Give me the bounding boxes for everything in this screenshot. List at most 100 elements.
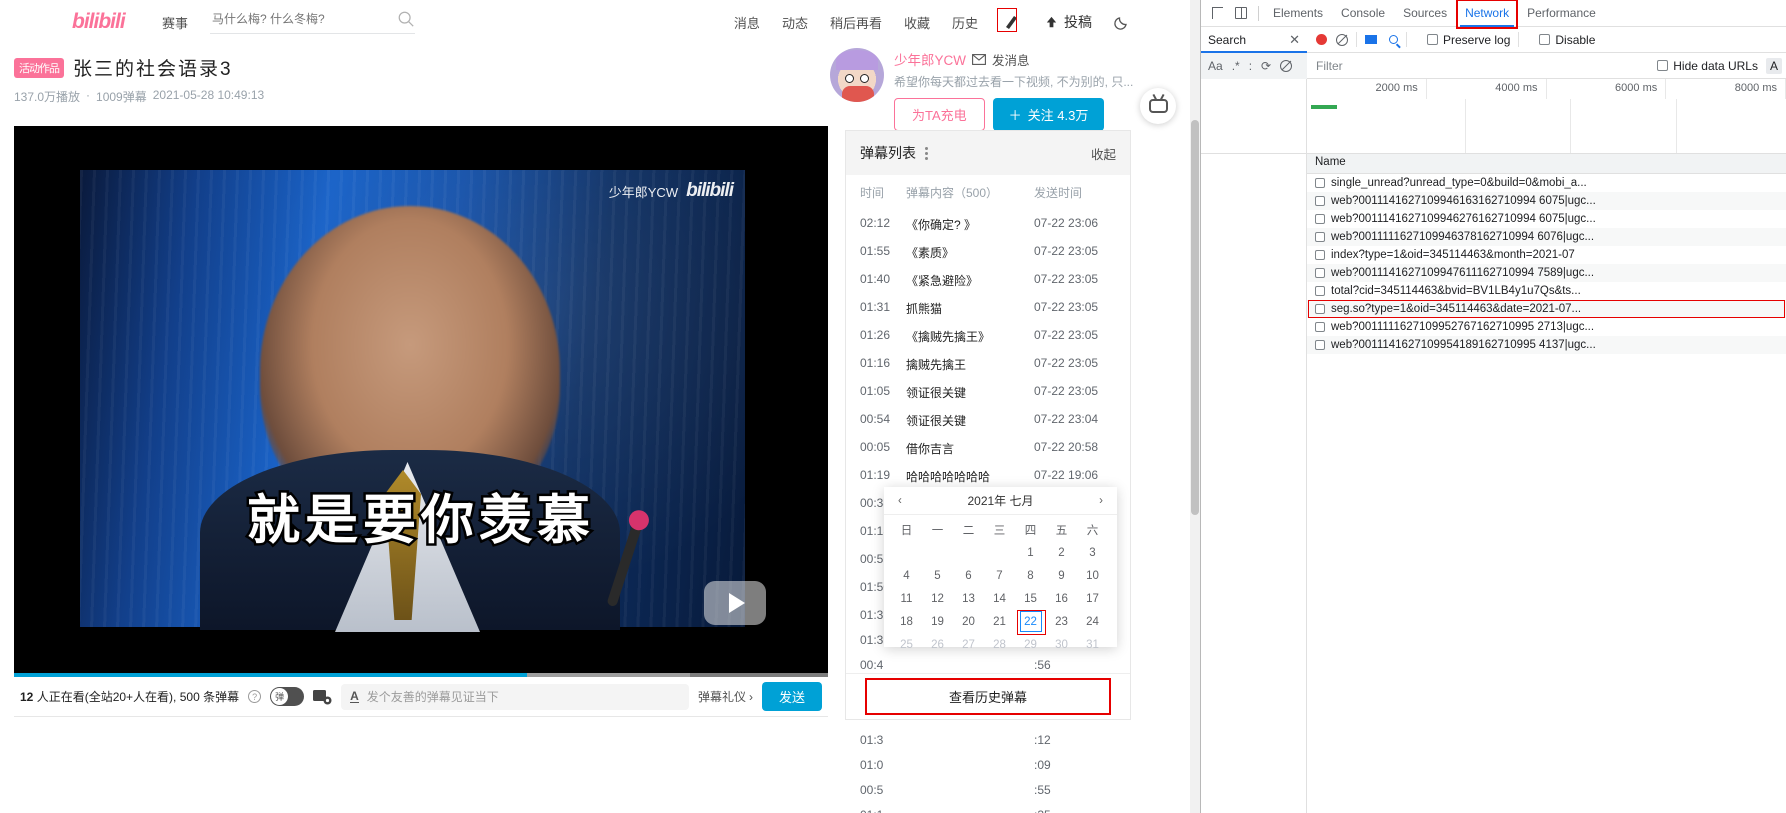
danmaku-row[interactable]: 01:1:35 (846, 802, 1130, 813)
request-row[interactable]: web?0011141627109946276162710994 6075|ug… (1307, 210, 1786, 228)
font-style-icon[interactable]: A (350, 690, 359, 703)
danmaku-row[interactable]: 01:26 《擒贼先擒王》 07-22 23:05 (846, 322, 1130, 350)
tab-console[interactable]: Console (1332, 0, 1394, 27)
avatar[interactable] (830, 48, 884, 102)
calendar-day[interactable]: 1 (1015, 541, 1046, 564)
calendar-day[interactable]: 9 (1046, 564, 1077, 587)
more-options-icon[interactable] (925, 146, 928, 160)
danmaku-row[interactable]: 00:54 领证很关键 07-22 23:04 (846, 406, 1130, 434)
calendar-day[interactable]: 17 (1077, 587, 1108, 610)
calendar-day[interactable]: 13 (953, 587, 984, 610)
request-row[interactable]: web?0011111627109952767162710995 2713|ug… (1307, 318, 1786, 336)
calendar-day[interactable]: 27 (953, 633, 984, 656)
refresh-icon[interactable]: ⟳ (1261, 59, 1271, 73)
danmaku-row[interactable]: 01:16 擒贼先擒王 07-22 23:05 (846, 350, 1130, 378)
nav-item-esports[interactable]: 赛事 (162, 13, 188, 32)
calendar-day[interactable]: 23 (1046, 610, 1077, 633)
request-row[interactable]: web?0011141627109954189162710995 4137|ug… (1307, 336, 1786, 354)
calendar-day[interactable]: 19 (922, 610, 953, 633)
upload-button[interactable]: 投稿 (1044, 12, 1092, 32)
filter-input[interactable]: Filter (1307, 59, 1645, 73)
danmaku-row[interactable]: 00:5:55 (846, 777, 1130, 802)
play-overlay-button[interactable] (704, 581, 766, 625)
search-tab[interactable]: Search ✕ (1201, 27, 1307, 53)
clear-search-icon[interactable] (1280, 59, 1293, 72)
checkbox-box[interactable] (1315, 340, 1325, 350)
nav-item-history[interactable]: 历史 (952, 13, 978, 32)
dark-mode-icon[interactable] (1114, 14, 1130, 30)
tab-elements[interactable]: Elements (1264, 0, 1332, 27)
creative-center-icon[interactable] (997, 8, 1022, 33)
danmaku-settings-icon[interactable] (313, 689, 332, 705)
regex-icon[interactable]: .* (1232, 59, 1240, 73)
calendar-day[interactable]: 7 (984, 564, 1015, 587)
checkbox-box[interactable] (1315, 304, 1325, 314)
calendar-day[interactable]: 21 (984, 610, 1015, 633)
clear-icon[interactable] (1336, 33, 1348, 46)
checkbox-box[interactable] (1315, 214, 1325, 224)
request-row[interactable]: index?type=1&oid=345114463&month=2021-07 (1307, 246, 1786, 264)
calendar-day[interactable]: 16 (1046, 587, 1077, 610)
filter-icon[interactable] (1365, 35, 1377, 44)
checkbox-box[interactable] (1315, 196, 1325, 206)
danmaku-row[interactable]: 01:19 哈哈哈哈哈哈哈 07-22 19:06 (846, 462, 1130, 490)
tab-network[interactable]: Network (1456, 0, 1519, 29)
name-column-header[interactable]: Name (1307, 154, 1786, 174)
request-row[interactable]: seg.so?type=1&oid=345114463&date=2021-07… (1307, 300, 1786, 318)
checkbox-box[interactable] (1315, 250, 1325, 260)
nav-item-favorites[interactable]: 收藏 (904, 13, 930, 32)
calendar-day[interactable]: 6 (953, 564, 984, 587)
calendar-day[interactable]: 10 (1077, 564, 1108, 587)
scrollbar-thumb[interactable] (1191, 120, 1199, 515)
tv-float-button[interactable] (1140, 88, 1176, 124)
close-icon[interactable]: ✕ (1289, 32, 1300, 48)
calendar-day[interactable]: 3 (1077, 541, 1108, 564)
bilibili-logo[interactable]: bilibili (72, 10, 146, 34)
date-picker[interactable]: ‹ 2021年 七月 › 日一二三四五六 1 2 3 4 5 6 7 8 9 10 11 12 13 14… (884, 487, 1117, 651)
tab-sources[interactable]: Sources (1394, 0, 1456, 27)
calendar-day-selected[interactable]: 22 (1015, 610, 1046, 635)
follow-button[interactable]: ＋ 关注 4.3万 (992, 98, 1105, 131)
calendar-day[interactable]: 14 (984, 587, 1015, 610)
disable-cache-checkbox[interactable]: Disable (1539, 33, 1595, 47)
calendar-day[interactable]: 15 (1015, 587, 1046, 610)
request-row[interactable]: web?0011141627109946163162710994 6075|ug… (1307, 192, 1786, 210)
calendar-day[interactable]: 11 (891, 587, 922, 610)
calendar-day[interactable]: 29 (1015, 633, 1046, 656)
calendar-day[interactable]: 31 (1077, 633, 1108, 656)
calendar-day[interactable]: 24 (1077, 610, 1108, 633)
calendar-day[interactable]: 8 (1015, 564, 1046, 587)
view-history-danmaku-button[interactable]: 查看历史弹幕 (865, 678, 1111, 715)
checkbox-box[interactable] (1315, 268, 1325, 278)
search-box[interactable] (210, 10, 416, 34)
record-button[interactable] (1316, 34, 1327, 45)
calendar-day[interactable]: 30 (1046, 633, 1077, 656)
mail-icon[interactable] (972, 53, 986, 65)
calendar-day[interactable]: 4 (891, 564, 922, 587)
search-icon[interactable] (397, 10, 415, 28)
danmaku-toggle[interactable]: 弹 (270, 687, 305, 706)
checkbox-box[interactable] (1315, 178, 1325, 188)
danmaku-etiquette-link[interactable]: 弹幕礼仪 › (698, 688, 753, 705)
preserve-log-checkbox[interactable]: Preserve log (1427, 33, 1510, 47)
help-icon[interactable]: ? (248, 690, 262, 703)
calendar-day[interactable]: 2 (1046, 541, 1077, 564)
danmaku-input[interactable]: A 发个友善的弹幕见证当下 (341, 683, 689, 710)
checkbox-box[interactable] (1315, 286, 1325, 296)
prev-month-button[interactable]: ‹ (898, 495, 902, 507)
danmaku-row[interactable]: 01:0:09 (846, 752, 1130, 777)
inspect-element-icon[interactable] (1205, 2, 1229, 24)
calendar-day[interactable]: 25 (891, 633, 922, 656)
danmaku-row[interactable]: 00:05 借你吉言 07-22 20:58 (846, 434, 1130, 462)
request-row[interactable]: total?cid=345114463&bvid=BV1LB4y1u7Qs&ts… (1307, 282, 1786, 300)
tab-performance[interactable]: Performance (1518, 0, 1605, 27)
charge-button[interactable]: 为TA充电 (894, 98, 985, 131)
hide-data-urls-checkbox[interactable]: Hide data URLs (1657, 59, 1758, 73)
danmaku-row[interactable]: 02:12 《你确定? 》 07-22 23:06 (846, 210, 1130, 238)
nav-item-watch-later[interactable]: 稍后再看 (830, 13, 882, 32)
calendar-day[interactable]: 28 (984, 633, 1015, 656)
calendar-day[interactable]: 12 (922, 587, 953, 610)
nav-item-messages[interactable]: 消息 (734, 13, 760, 32)
danmaku-row[interactable]: 01:05 领证很关键 07-22 23:05 (846, 378, 1130, 406)
request-row[interactable]: web?0011141627109947611162710994 7589|ug… (1307, 264, 1786, 282)
